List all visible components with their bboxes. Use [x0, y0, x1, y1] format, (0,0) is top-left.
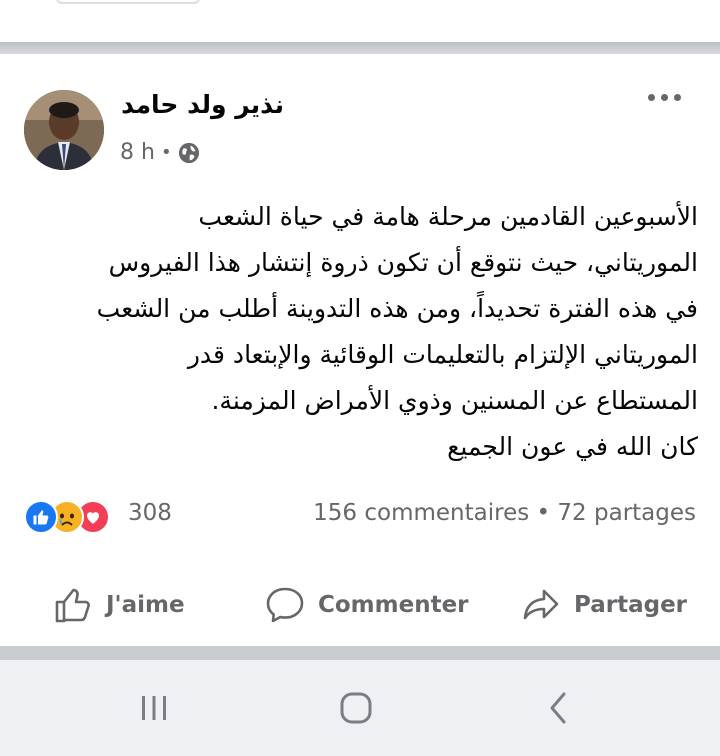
- post-text-line: المستطاع عن المسنين وذوي الأمراض المزمنة…: [211, 386, 698, 415]
- post-text-line: الأسبوعين القادمين مرحلة هامة في حياة ال…: [198, 202, 698, 231]
- previous-card-button-outline: [56, 0, 200, 4]
- post-time[interactable]: 8 h: [120, 140, 155, 165]
- post-text-line: الموريتاني الإلتزام بالتعليمات الوقائية …: [187, 340, 698, 369]
- more-options-icon[interactable]: [648, 94, 681, 101]
- share-button[interactable]: Partager: [520, 584, 687, 626]
- stats-separator: •: [536, 500, 551, 526]
- comment-button[interactable]: Commenter: [264, 584, 469, 626]
- globe-icon[interactable]: [178, 142, 200, 164]
- post-actions: J'aime Commenter Partager: [0, 576, 720, 636]
- engagement-counts: 156 commentaires • 72 partages: [313, 500, 696, 526]
- reaction-count[interactable]: 308: [128, 500, 172, 526]
- post-meta: 8 h •: [120, 140, 200, 165]
- feed-separator: [0, 42, 720, 54]
- post-text-line: في هذه الفترة تحديداً، ومن هذه التدوينة …: [96, 294, 698, 323]
- post-stats: 308 156 commentaires • 72 partages: [0, 496, 720, 536]
- back-icon[interactable]: [544, 690, 572, 726]
- share-label: Partager: [574, 592, 688, 618]
- android-navigation-bar: [0, 660, 720, 756]
- like-label: J'aime: [106, 592, 185, 618]
- like-button[interactable]: J'aime: [52, 584, 185, 626]
- comment-icon: [266, 587, 304, 623]
- post-card: نذير ولد حامد 8 h • الأسبوعين القادمين م…: [0, 66, 720, 646]
- post-text: الأسبوعين القادمين مرحلة هامة في حياة ال…: [24, 194, 698, 470]
- author-name[interactable]: نذير ولد حامد: [121, 90, 284, 119]
- meta-separator: •: [160, 142, 172, 163]
- recent-apps-icon[interactable]: [138, 690, 170, 726]
- author-avatar[interactable]: [24, 90, 104, 170]
- reactions-summary[interactable]: [24, 500, 110, 534]
- like-icon: [24, 500, 58, 534]
- feed-separator-bottom: [0, 646, 720, 660]
- post-header: نذير ولد حامد 8 h •: [0, 66, 720, 176]
- home-icon[interactable]: [338, 690, 374, 726]
- comments-count[interactable]: 156 commentaires: [313, 500, 529, 526]
- previous-card-remnant: [0, 0, 720, 42]
- post-text-line: كان الله في عون الجميع: [447, 432, 698, 461]
- share-icon: [523, 589, 559, 620]
- shares-count[interactable]: 72 partages: [557, 500, 696, 526]
- post-text-line: الموريتاني، حيث نتوقع أن تكون ذروة إنتشا…: [108, 248, 698, 277]
- comment-label: Commenter: [318, 592, 469, 618]
- thumbs-up-icon: [55, 588, 90, 623]
